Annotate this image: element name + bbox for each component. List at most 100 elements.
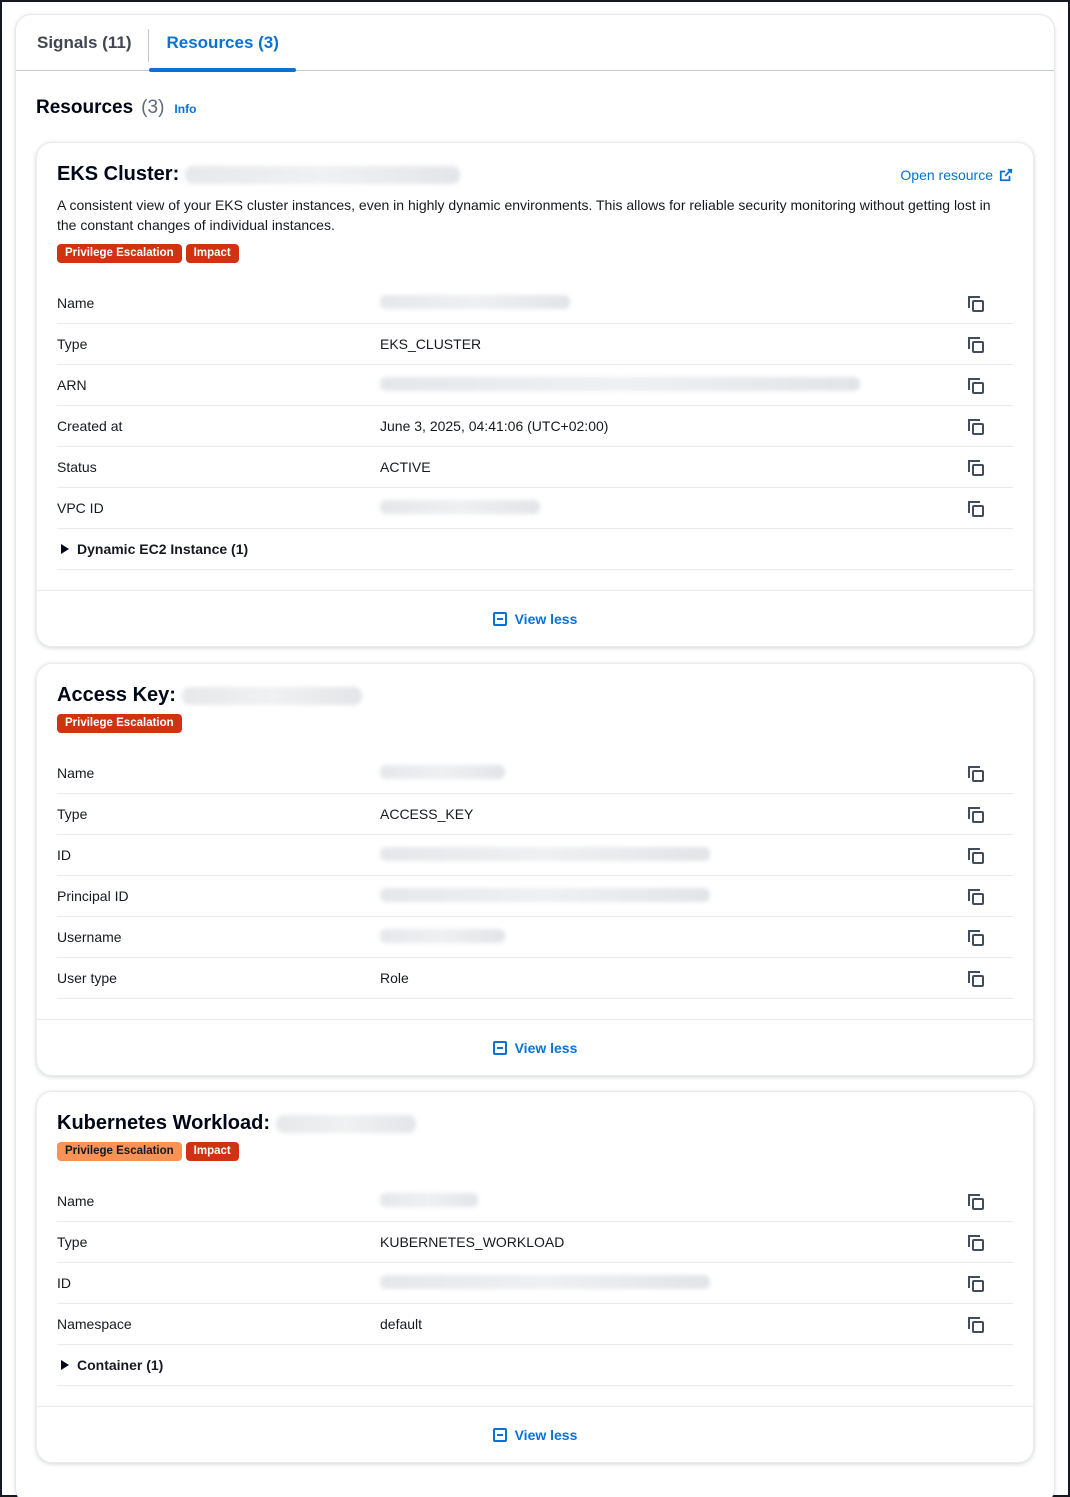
resource-details: Name Type EKS_CLUSTER ARN Created at Jun… (57, 283, 1013, 570)
copy-icon[interactable] (967, 929, 985, 947)
resource-title: EKS Cluster: (57, 163, 461, 186)
expander-dynamic-ec2[interactable]: Dynamic EC2 Instance (1) (57, 529, 1013, 570)
detail-value: EKS_CLUSTER (380, 336, 482, 352)
detail-key: Created at (57, 418, 123, 434)
redacted-value (380, 928, 505, 943)
detail-row: Status ACTIVE (57, 447, 1013, 488)
redacted-resource-name (181, 686, 362, 705)
detail-key: Principal ID (57, 888, 129, 904)
detail-key: ID (57, 1275, 71, 1291)
resource-details: Name Type KUBERNETES_WORKLOAD ID Namespa… (57, 1181, 1013, 1386)
section-header: Resources (3) Info (16, 71, 1054, 119)
detail-key: ID (57, 847, 71, 863)
view-less-button[interactable]: View less (37, 1019, 1033, 1075)
collapse-icon (492, 1427, 507, 1442)
detail-value (380, 1274, 1013, 1292)
detail-value (380, 499, 1013, 517)
external-link-icon (999, 168, 1013, 181)
redacted-value (380, 887, 710, 902)
copy-icon[interactable] (967, 418, 985, 436)
detail-value (380, 294, 1013, 312)
copy-icon[interactable] (967, 295, 985, 313)
redacted-value (380, 499, 540, 514)
copy-icon[interactable] (967, 500, 985, 518)
view-less-label: View less (514, 1039, 578, 1056)
expander-container[interactable]: Container (1) (57, 1345, 1013, 1386)
badge-privilege-escalation: Privilege Escalation (57, 1142, 182, 1161)
resource-description: A consistent view of your EKS cluster in… (57, 197, 991, 233)
copy-icon[interactable] (967, 847, 985, 865)
detail-row: ARN (57, 365, 1013, 406)
collapse-icon (492, 611, 507, 626)
resource-card-kubernetes-workload: Kubernetes Workload: Privilege Escalatio… (36, 1091, 1034, 1463)
open-resource-link[interactable]: Open resource (900, 167, 1013, 183)
caret-right-icon (61, 1360, 69, 1370)
detail-row: User type Role (57, 958, 1013, 999)
resource-card-access-key: Access Key: Privilege Escalation Name Ty… (36, 663, 1034, 1076)
detail-row: Type KUBERNETES_WORKLOAD (57, 1222, 1013, 1263)
detail-key: Type (57, 1234, 88, 1250)
detail-key: User type (57, 970, 117, 986)
copy-icon[interactable] (967, 1275, 985, 1293)
open-resource-label: Open resource (900, 166, 993, 183)
resource-title: Access Key: (57, 684, 362, 707)
redacted-value (380, 376, 860, 391)
badge-group: Privilege Escalation Impact (57, 1142, 1013, 1161)
detail-row: Principal ID (57, 876, 1013, 917)
detail-value (380, 846, 1013, 864)
resource-type-label: EKS Cluster: (57, 163, 180, 185)
copy-icon[interactable] (967, 1316, 985, 1334)
detail-key: Name (57, 295, 95, 311)
view-less-button[interactable]: View less (37, 590, 1033, 646)
detail-key: Name (57, 765, 95, 781)
detail-row: Name (57, 283, 1013, 324)
expander-label: Dynamic EC2 Instance (1) (77, 541, 249, 557)
redacted-value (380, 294, 570, 309)
badge-privilege-escalation: Privilege Escalation (57, 244, 182, 263)
detail-key: Namespace (57, 1316, 132, 1332)
view-less-label: View less (514, 610, 578, 627)
copy-icon[interactable] (967, 806, 985, 824)
badge-group: Privilege Escalation Impact (57, 244, 1013, 263)
caret-right-icon (61, 544, 69, 554)
copy-icon[interactable] (967, 1193, 985, 1211)
copy-icon[interactable] (967, 888, 985, 906)
copy-icon[interactable] (967, 336, 985, 354)
detail-row: Namespace default (57, 1304, 1013, 1345)
copy-icon[interactable] (967, 970, 985, 988)
detail-key: Type (57, 806, 88, 822)
detail-value (380, 928, 1013, 946)
resource-type-label: Access Key: (57, 684, 176, 706)
detail-value (380, 376, 1013, 394)
redacted-resource-name (185, 165, 461, 184)
redacted-value (380, 1274, 710, 1289)
expander-label: Container (1) (77, 1357, 164, 1373)
detail-key: Name (57, 1193, 95, 1209)
tab-resources[interactable]: Resources (3) (149, 15, 297, 72)
view-less-button[interactable]: View less (37, 1406, 1033, 1462)
resource-card-eks-cluster: EKS Cluster: Open resource A consistent … (36, 142, 1034, 647)
redacted-value (380, 846, 710, 861)
detail-value: ACCESS_KEY (380, 806, 474, 822)
detail-value: KUBERNETES_WORKLOAD (380, 1234, 565, 1250)
info-link[interactable]: Info (174, 102, 196, 116)
badge-group: Privilege Escalation (57, 714, 1013, 733)
detail-row: VPC ID (57, 488, 1013, 529)
detail-value: June 3, 2025, 04:41:06 (UTC+02:00) (380, 418, 609, 434)
redacted-value (380, 1192, 478, 1207)
copy-icon[interactable] (967, 459, 985, 477)
copy-icon[interactable] (967, 377, 985, 395)
badge-impact: Impact (185, 244, 239, 263)
section-title: Resources (36, 97, 134, 118)
detail-row: Created at June 3, 2025, 04:41:06 (UTC+0… (57, 406, 1013, 447)
detail-value (380, 887, 1013, 905)
tab-signals[interactable]: Signals (11) (20, 15, 148, 70)
copy-icon[interactable] (967, 1234, 985, 1252)
badge-privilege-escalation: Privilege Escalation (57, 714, 182, 733)
tab-bar: Signals (11) Resources (3) (16, 15, 1054, 72)
detail-value (380, 764, 1013, 782)
detail-row: Name (57, 1181, 1013, 1222)
detail-key: Username (57, 929, 122, 945)
resource-type-label: Kubernetes Workload: (57, 1112, 270, 1134)
copy-icon[interactable] (967, 765, 985, 783)
